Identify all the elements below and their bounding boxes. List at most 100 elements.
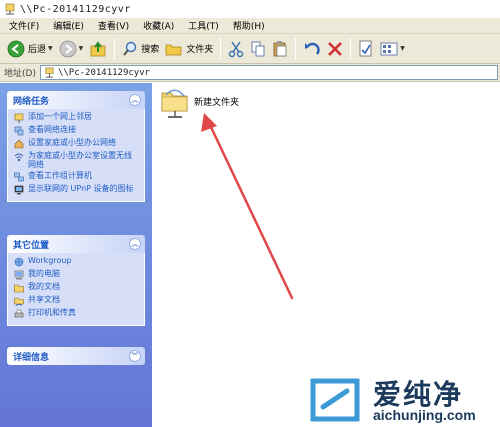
collapse-chevron-icon[interactable]: ︽ bbox=[129, 94, 141, 106]
properties-icon bbox=[359, 40, 372, 56]
address-label: 地址(D) bbox=[4, 69, 36, 79]
printers-faxes-icon bbox=[14, 309, 24, 318]
back-label: 后退 bbox=[28, 45, 47, 55]
task-view-network-connections[interactable]: 查看网络连接 bbox=[14, 125, 139, 136]
menu-favorites[interactable]: 收藏(A) bbox=[136, 19, 181, 32]
views-dropdown-icon[interactable]: ▼ bbox=[400, 45, 405, 52]
copy-icon bbox=[251, 41, 265, 56]
network-connections-icon bbox=[14, 126, 24, 136]
toolbar-separator bbox=[350, 37, 352, 60]
upnp-devices-icon bbox=[14, 185, 24, 195]
details-panel: 详细信息 ︾ bbox=[7, 347, 145, 365]
task-label: 显示联网的 UPnP 设备的图标 bbox=[28, 184, 134, 193]
place-label: 打印机和传真 bbox=[28, 308, 76, 317]
place-label: Workgroup bbox=[28, 256, 72, 265]
undo-icon bbox=[305, 42, 320, 55]
my-computer-icon bbox=[14, 270, 24, 280]
folders-label: 文件夹 bbox=[186, 45, 214, 55]
copy-button[interactable] bbox=[247, 37, 269, 61]
place-printers-faxes[interactable]: 打印机和传真 bbox=[14, 308, 139, 319]
forward-arrow-icon bbox=[59, 40, 77, 57]
workgroup-icon bbox=[14, 257, 24, 267]
back-arrow-icon bbox=[7, 40, 25, 57]
toolbar: 后退 ▼ ▼ 搜索 文件夹 ▼ bbox=[0, 34, 500, 64]
task-view-workgroup-computers[interactable]: 查看工作组计算机 bbox=[14, 171, 139, 182]
other-places-body: Workgroup 我的电脑 我的文档 共享文档 打印机和传真 bbox=[7, 253, 145, 326]
menu-bar: 文件(F) 编辑(E) 查看(V) 收藏(A) 工具(T) 帮助(H) bbox=[0, 18, 500, 34]
folder-up-icon bbox=[90, 40, 106, 56]
menu-tools[interactable]: 工具(T) bbox=[181, 19, 226, 32]
delete-icon bbox=[328, 41, 343, 56]
add-network-place-icon bbox=[14, 113, 24, 123]
home-network-icon bbox=[14, 139, 24, 149]
up-button[interactable] bbox=[86, 37, 110, 61]
place-my-computer[interactable]: 我的电脑 bbox=[14, 269, 139, 280]
place-my-documents[interactable]: 我的文档 bbox=[14, 282, 139, 293]
watermark-logo-icon bbox=[310, 378, 360, 422]
task-label: 为家庭或小型办公室设置无线网络 bbox=[28, 151, 132, 169]
task-add-network-place[interactable]: 添加一个网上邻居 bbox=[14, 112, 139, 123]
watermark: 爱纯净 aichunjing.com bbox=[305, 373, 500, 427]
task-show-upnp-icons[interactable]: 显示联网的 UPnP 设备的图标 bbox=[14, 184, 139, 195]
other-places-header[interactable]: 其它位置 ︽ bbox=[7, 235, 145, 253]
other-places-panel: 其它位置 ︽ Workgroup 我的电脑 我的文档 共享文档 打印机和传真 bbox=[7, 235, 145, 326]
task-pane: 网络任务 ︽ 添加一个网上邻居 查看网络连接 设置家庭或小型办公网络 为家庭或小… bbox=[0, 83, 152, 427]
undo-button[interactable] bbox=[300, 37, 324, 61]
menu-view[interactable]: 查看(V) bbox=[91, 19, 136, 32]
place-label: 我的电脑 bbox=[28, 269, 60, 278]
network-tasks-header[interactable]: 网络任务 ︽ bbox=[7, 91, 145, 109]
toolbar-separator bbox=[114, 37, 116, 60]
toolbar-separator bbox=[295, 37, 297, 60]
search-label: 搜索 bbox=[141, 45, 160, 55]
back-dropdown-icon[interactable]: ▼ bbox=[48, 45, 53, 52]
folders-icon bbox=[165, 44, 182, 55]
window-title: \\Pc-20141129cyvr bbox=[20, 3, 131, 15]
place-shared-documents[interactable]: 共享文档 bbox=[14, 295, 139, 306]
expand-chevron-icon[interactable]: ︾ bbox=[129, 350, 141, 362]
workgroup-computers-icon bbox=[14, 172, 24, 182]
network-share-icon bbox=[45, 67, 54, 78]
address-value: \\Pc-20141129cyvr bbox=[57, 67, 151, 78]
menu-help[interactable]: 帮助(H) bbox=[226, 19, 272, 32]
task-label: 查看网络连接 bbox=[28, 125, 76, 134]
other-places-title: 其它位置 bbox=[13, 240, 50, 251]
task-setup-wireless-network[interactable]: 为家庭或小型办公室设置无线网络 bbox=[14, 151, 139, 169]
paste-icon bbox=[273, 40, 287, 56]
task-label: 设置家庭或小型办公网络 bbox=[28, 138, 116, 147]
menu-file[interactable]: 文件(F) bbox=[2, 19, 46, 32]
collapse-chevron-icon[interactable]: ︽ bbox=[129, 238, 141, 250]
shared-documents-icon bbox=[14, 297, 24, 306]
delete-button[interactable] bbox=[324, 37, 346, 61]
place-label: 共享文档 bbox=[28, 295, 60, 304]
network-tasks-title: 网络任务 bbox=[13, 96, 50, 107]
views-button[interactable]: ▼ bbox=[377, 37, 408, 61]
place-label: 我的文档 bbox=[28, 282, 60, 291]
forward-dropdown-icon[interactable]: ▼ bbox=[79, 45, 84, 52]
menu-edit[interactable]: 编辑(E) bbox=[46, 19, 91, 32]
task-label: 查看工作组计算机 bbox=[28, 171, 92, 180]
paste-button[interactable] bbox=[269, 37, 291, 61]
task-setup-home-network[interactable]: 设置家庭或小型办公网络 bbox=[14, 138, 139, 149]
back-button[interactable]: 后退 ▼ bbox=[4, 37, 56, 61]
toolbar-separator bbox=[220, 37, 222, 60]
place-workgroup[interactable]: Workgroup bbox=[14, 256, 139, 267]
wireless-network-icon bbox=[14, 153, 24, 162]
address-input[interactable]: \\Pc-20141129cyvr bbox=[39, 65, 498, 80]
title-bar: \\Pc-20141129cyvr bbox=[0, 0, 500, 18]
watermark-url: aichunjing.com bbox=[373, 407, 476, 423]
network-share-icon bbox=[5, 3, 15, 15]
cut-button[interactable] bbox=[225, 37, 247, 61]
views-icon bbox=[380, 42, 398, 55]
address-bar: 地址(D) \\Pc-20141129cyvr bbox=[0, 64, 500, 82]
details-header[interactable]: 详细信息 ︾ bbox=[7, 347, 145, 365]
details-title: 详细信息 bbox=[13, 352, 50, 363]
search-icon bbox=[123, 41, 137, 56]
network-tasks-panel: 网络任务 ︽ 添加一个网上邻居 查看网络连接 设置家庭或小型办公网络 为家庭或小… bbox=[7, 91, 145, 202]
task-label: 添加一个网上邻居 bbox=[28, 112, 92, 121]
folders-button[interactable]: 文件夹 bbox=[162, 37, 216, 61]
cut-icon bbox=[229, 41, 244, 57]
forward-button[interactable]: ▼ bbox=[56, 37, 87, 61]
my-documents-icon bbox=[14, 284, 24, 293]
properties-button[interactable] bbox=[355, 37, 377, 61]
search-button[interactable]: 搜索 bbox=[119, 37, 162, 61]
